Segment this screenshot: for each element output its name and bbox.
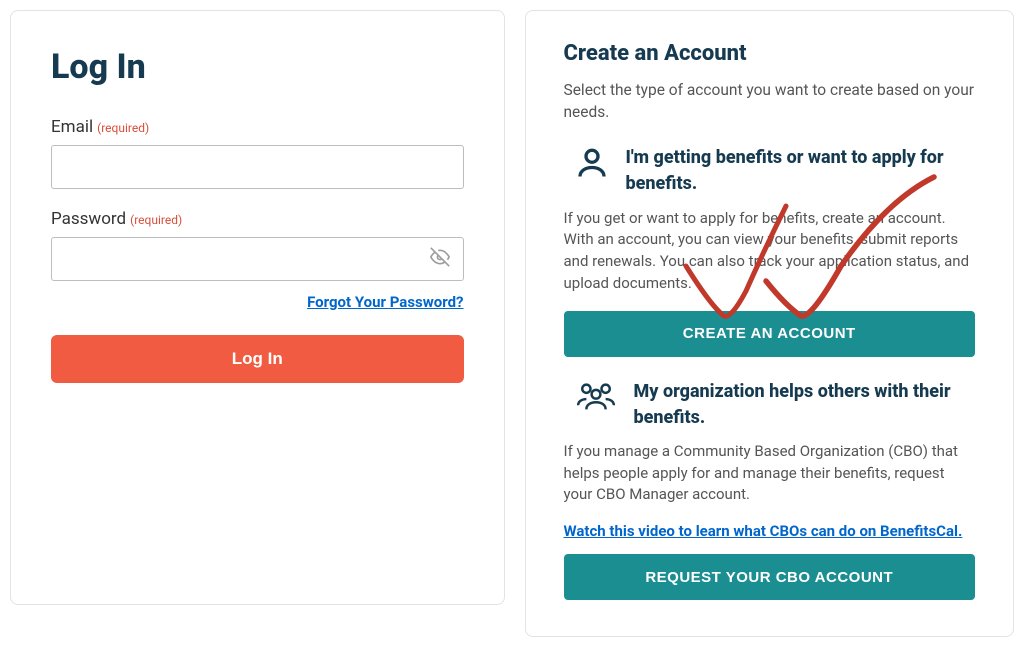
login-title: Log In: [51, 47, 464, 87]
create-account-card: Create an Account Select the type of acc…: [525, 10, 1015, 637]
benefits-description: If you get or want to apply for benefits…: [564, 208, 976, 295]
person-icon: [564, 145, 610, 185]
password-field-group: Password (required) Forgot Your Password?: [51, 209, 464, 311]
email-label-row: Email (required): [51, 117, 149, 136]
benefits-section-head: I'm getting benefits or want to apply fo…: [564, 145, 976, 197]
cbo-video-link[interactable]: Watch this video to learn what CBOs can …: [564, 522, 976, 540]
request-cbo-account-button[interactable]: REQUEST YOUR CBO ACCOUNT: [564, 554, 976, 600]
password-label: Password: [51, 209, 126, 229]
email-label: Email: [51, 117, 93, 137]
password-label-row: Password (required): [51, 209, 182, 228]
login-card: Log In Email (required) Password (required…: [10, 10, 505, 605]
forgot-password-link[interactable]: Forgot Your Password?: [51, 293, 464, 311]
create-account-title: Create an Account: [564, 41, 976, 66]
password-input[interactable]: [51, 237, 464, 281]
cbo-description: If you manage a Community Based Organiza…: [564, 441, 976, 506]
create-account-button[interactable]: CREATE AN ACCOUNT: [564, 311, 976, 357]
login-button[interactable]: Log In: [51, 335, 464, 383]
email-input[interactable]: [51, 145, 464, 189]
cbo-section-head: My organization helps others with their …: [564, 379, 976, 431]
people-group-icon: [564, 379, 618, 419]
email-required-tag: (required): [97, 121, 149, 135]
password-required-tag: (required): [130, 213, 182, 227]
create-account-subtitle: Select the type of account you want to c…: [564, 80, 976, 123]
benefits-heading: I'm getting benefits or want to apply fo…: [626, 145, 976, 197]
email-field-group: Email (required): [51, 117, 464, 189]
cbo-heading: My organization helps others with their …: [634, 379, 976, 431]
toggle-password-visibility-icon[interactable]: [430, 247, 450, 271]
